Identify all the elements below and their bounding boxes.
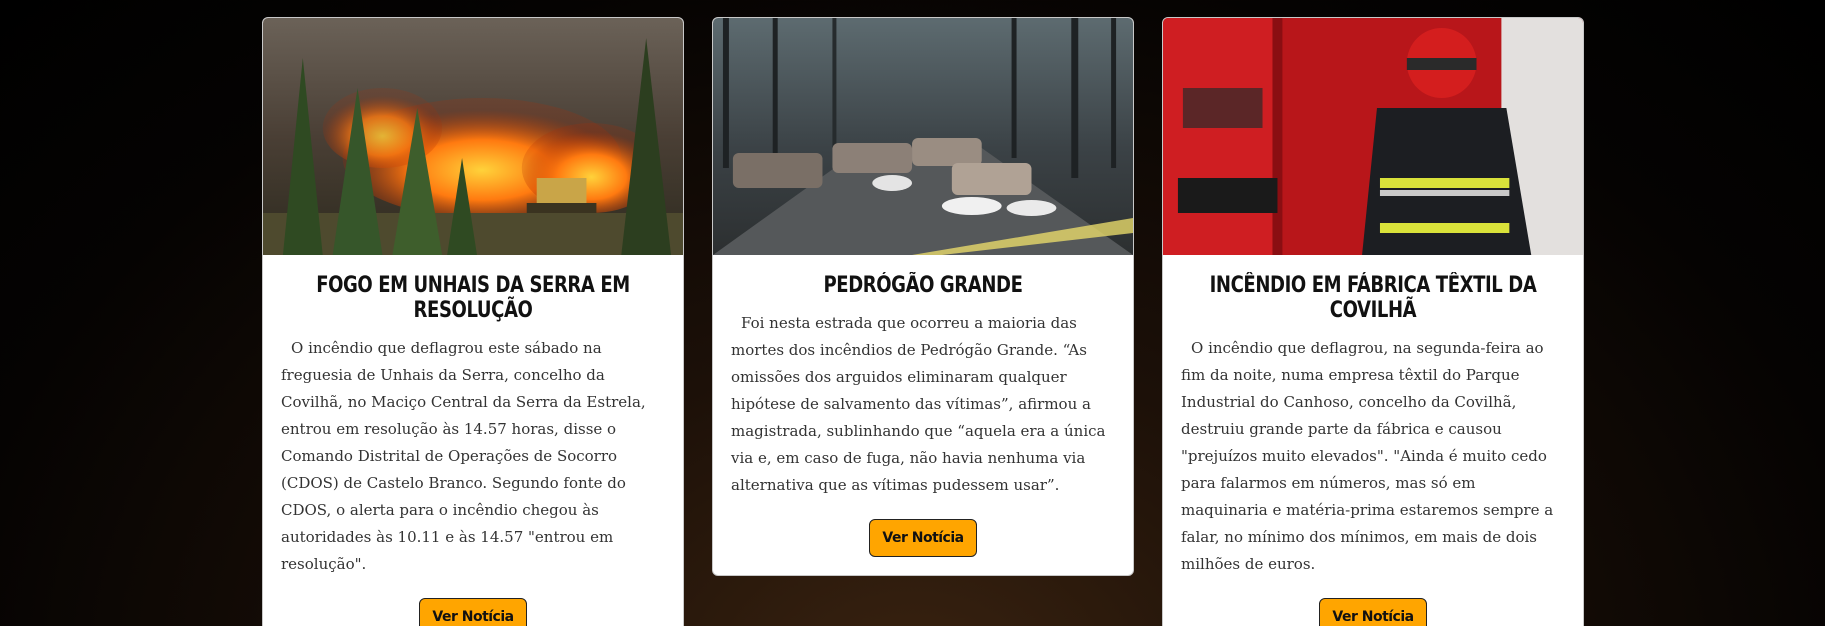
card-text: O incêndio que deflagrou, na segunda-fei… (1181, 339, 1554, 573)
card-title: Incêndio em fábrica têxtil da Covilhã (1209, 273, 1537, 323)
firefighter-icon (1163, 18, 1583, 255)
forest-fire-image (263, 18, 683, 255)
forest-fire-icon (263, 18, 683, 255)
ver-noticia-button[interactable]: Ver Notícia (419, 598, 527, 626)
ver-noticia-button[interactable]: Ver Notícia (1319, 598, 1427, 626)
ver-noticia-button[interactable]: Ver Notícia (869, 519, 977, 557)
news-card: Incêndio em fábrica têxtil da Covilhã O … (1162, 17, 1584, 626)
news-cards: Fogo em Unhais da Serra em resolução O i… (262, 17, 1584, 626)
button-wrapper: Ver Notícia (1163, 598, 1583, 626)
button-wrapper: Ver Notícia (263, 598, 683, 626)
news-card: Fogo em Unhais da Serra em resolução O i… (262, 17, 684, 626)
button-wrapper: Ver Notícia (713, 519, 1133, 557)
burned-cars-icon (713, 18, 1133, 255)
burned-cars-image (713, 18, 1133, 255)
card-text: O incêndio que deflagrou este sábado na … (281, 339, 646, 573)
firefighter-image (1163, 18, 1583, 255)
card-title: Fogo em Unhais da Serra em resolução (316, 273, 630, 323)
card-text: Foi nesta estrada que ocorreu a maioria … (731, 314, 1106, 494)
card-title: Pedrógão Grande (823, 273, 1023, 298)
news-card: Pedrógão Grande Foi nesta estrada que oc… (712, 17, 1134, 576)
